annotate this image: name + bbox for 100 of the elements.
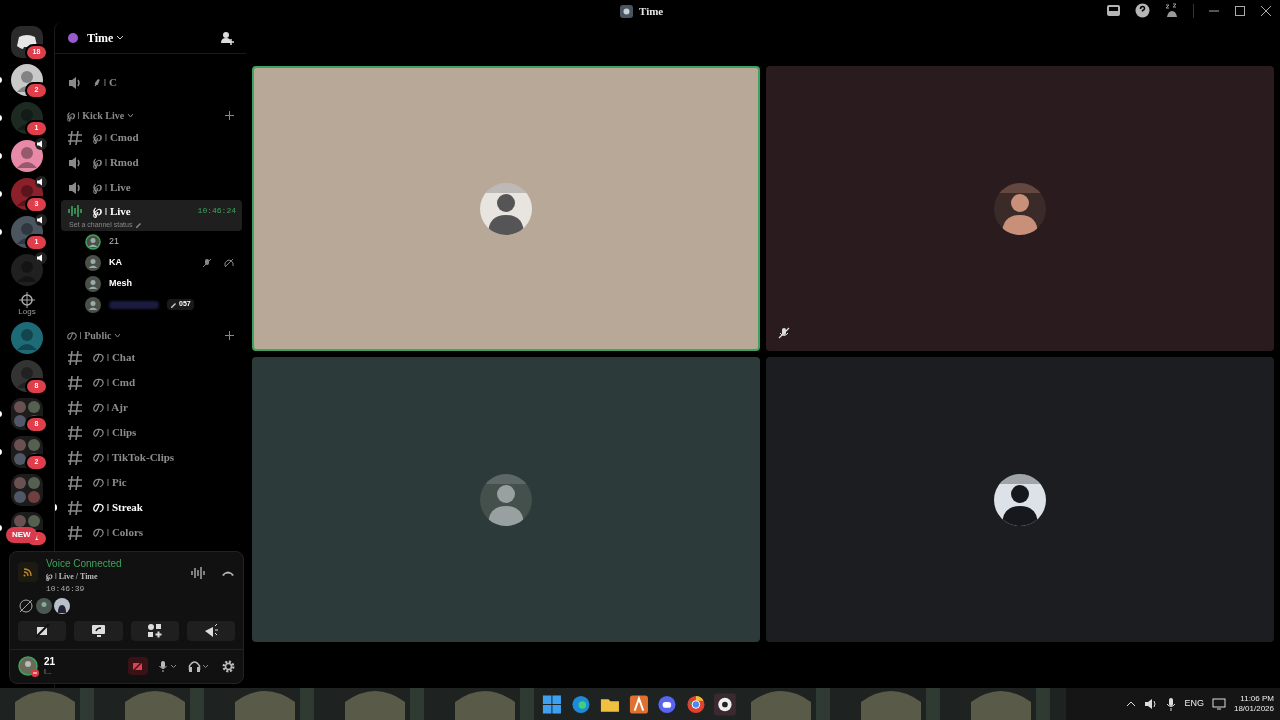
clock-date[interactable]: 18/01/2026 [1233, 704, 1274, 714]
channel-item[interactable]: の ǀ Colors [61, 520, 242, 545]
channel-item[interactable]: の ǀ Ajr [61, 395, 242, 420]
do-not-disturb-icon [31, 669, 39, 678]
chevron-down-icon [127, 111, 135, 119]
channel-name: ℘ ǀ Live [93, 204, 132, 220]
channel-item[interactable]: の ǀ Clips [61, 420, 242, 445]
voice-channel-link[interactable]: ℘ ǀ Live / Time [46, 570, 183, 583]
user-avatar-icon [85, 233, 101, 250]
channel-item[interactable]: の ǀ Chat [61, 345, 242, 370]
activity-button[interactable] [130, 620, 179, 641]
channel-item[interactable]: ℘ ǀ Live [61, 175, 242, 200]
microphone-icon[interactable] [1166, 697, 1177, 711]
add-icon[interactable] [225, 110, 234, 120]
user-name: KA [109, 255, 122, 269]
app-icon [620, 4, 633, 18]
hash-icon [67, 524, 83, 541]
server-emblem-icon [67, 31, 79, 44]
video-tile[interactable] [766, 66, 1274, 351]
sleeping-figure-icon[interactable] [1164, 3, 1179, 18]
speaker-icon [35, 176, 47, 188]
activity-button[interactable] [74, 620, 123, 641]
language-indicator[interactable]: ENG [1184, 697, 1204, 711]
channel-name: の ǀ Streak [93, 500, 143, 516]
muted-headphones-icon [224, 257, 234, 268]
channel-item[interactable]: ⸙ ǀ C [61, 70, 242, 95]
channel-item[interactable]: の ǀ Pic [61, 470, 242, 495]
user-name[interactable]: 21 [44, 655, 56, 669]
speaker-icon [67, 154, 83, 171]
crosshair-icon [19, 292, 35, 308]
voice-user[interactable]: Mesh [61, 273, 242, 294]
video-tile[interactable] [252, 357, 760, 642]
blurred-name [109, 300, 159, 309]
category-header[interactable]: の ǀ Public [67, 327, 112, 343]
video-tile[interactable] [766, 357, 1274, 642]
voice-user[interactable]: 21 [61, 231, 242, 252]
settings-icon[interactable] [222, 659, 235, 673]
voice-user[interactable]: KA [61, 252, 242, 273]
server-label: Logs [18, 308, 36, 316]
speaker-icon[interactable] [1144, 697, 1159, 711]
chevron-down-icon [116, 33, 125, 42]
channel-name: の ǀ Chat [93, 350, 136, 366]
channel-name: の ǀ Cmd [93, 375, 136, 391]
user-name: Mesh [109, 276, 132, 290]
category-header[interactable]: ℘ ǀ Kick Live [67, 107, 125, 123]
channel-item[interactable]: ℘ ǀ Rmod [61, 150, 242, 175]
hash-icon [67, 399, 83, 416]
sound-wave-icon [67, 203, 83, 219]
user-avatar-icon [85, 296, 101, 313]
server-icon[interactable] [11, 254, 43, 286]
channel-name: ⸙ ǀ C [93, 75, 117, 91]
activity-off-icon [18, 597, 34, 614]
speaker-icon [35, 252, 47, 264]
maximize-icon[interactable] [1234, 4, 1246, 17]
rss-icon [18, 561, 38, 582]
inbox-icon[interactable] [1106, 3, 1121, 18]
speaker-icon [67, 179, 83, 196]
user-name: 21 [109, 234, 119, 248]
elapsed-time: 10:46:39 [46, 582, 86, 595]
channel-item[interactable]: ℘ ǀ Cmod [61, 125, 242, 150]
window-title: Time [639, 4, 664, 19]
channel-name: の ǀ Clips [93, 425, 137, 441]
channel-item[interactable]: の ǀ Cmd [61, 370, 242, 395]
soundboard-icon [203, 623, 219, 639]
channel-name: の ǀ Colors [93, 525, 144, 541]
browser-icon[interactable] [569, 693, 592, 716]
channel-name: の ǀ Pic [93, 475, 127, 491]
chevron-up-icon[interactable] [1126, 699, 1137, 709]
connection-status: Voice Connected [46, 556, 123, 571]
clock-time[interactable]: 11:06 PM [1240, 694, 1274, 704]
camera-toggle-button[interactable] [128, 657, 148, 676]
add-icon[interactable] [225, 330, 234, 340]
hash-icon [67, 129, 83, 146]
hash-icon [67, 449, 83, 466]
recorder-icon[interactable] [714, 693, 736, 716]
hash-icon [67, 374, 83, 391]
app-icon[interactable] [627, 693, 650, 716]
chevron-down-icon [114, 331, 122, 339]
camera-off-icon [132, 660, 144, 673]
server-button[interactable]: Logs [18, 292, 36, 316]
activity-button[interactable] [186, 620, 235, 641]
speaker-icon [35, 214, 47, 226]
activity-button[interactable] [18, 620, 67, 641]
muted-mic-icon [778, 327, 790, 339]
help-icon[interactable] [1135, 3, 1150, 18]
camera-off-icon [34, 623, 50, 639]
channel-name: の ǀ TikTok-Clips [93, 450, 175, 466]
channel-name: ℘ ǀ Cmod [93, 130, 139, 146]
channel-item[interactable]: の ǀ TikTok-Clips [61, 445, 242, 470]
server-icon[interactable] [11, 140, 43, 172]
close-icon[interactable] [1260, 4, 1272, 17]
add-member-icon[interactable] [220, 30, 234, 45]
start-icon[interactable] [541, 693, 563, 716]
sound-wave-icon[interactable] [191, 565, 205, 580]
channel-item[interactable]: の ǀ Streak [61, 495, 242, 520]
video-tile[interactable] [252, 66, 760, 351]
headphones-icon[interactable] [188, 660, 210, 673]
microphone-icon[interactable] [158, 660, 178, 673]
network-icon[interactable] [1211, 697, 1226, 711]
server-name[interactable]: Time [87, 28, 114, 47]
